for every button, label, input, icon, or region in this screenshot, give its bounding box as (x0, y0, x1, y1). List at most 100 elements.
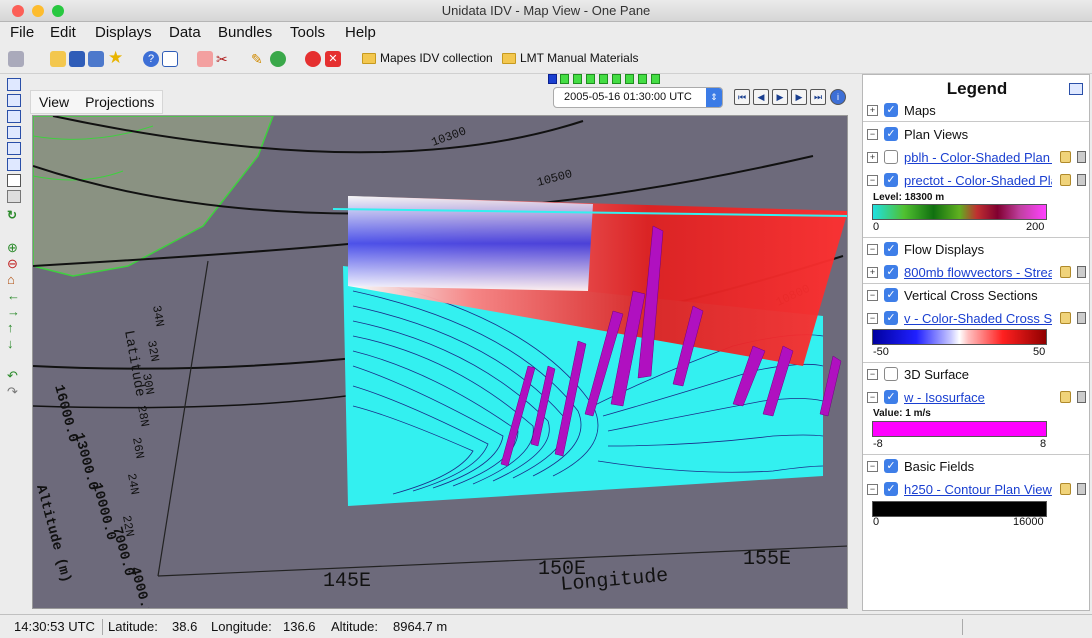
map-view-canvas[interactable]: 10300 10500 10800 (32, 115, 848, 609)
collapse-icon[interactable]: − (867, 312, 878, 324)
help-icon[interactable]: ? (143, 51, 159, 67)
lock-icon[interactable] (1060, 174, 1071, 186)
animation-step[interactable] (573, 74, 582, 84)
favorite-star-icon[interactable]: ★ (108, 49, 124, 67)
visibility-checkbox[interactable]: ✓ (884, 482, 898, 496)
view-top-icon[interactable] (7, 142, 21, 155)
menu-tools[interactable]: Tools (290, 24, 325, 41)
visibility-checkbox[interactable]: ✓ (884, 459, 898, 473)
display-link[interactable]: v - Color-Shaded Cross Section (904, 311, 1052, 326)
colorbar-prectot[interactable] (872, 204, 1047, 220)
zoom-in-icon[interactable]: ⊕ (7, 240, 21, 255)
animation-info-icon[interactable]: i (830, 89, 846, 105)
play-button[interactable]: ▶ (772, 89, 788, 105)
save-as-icon[interactable] (88, 51, 104, 67)
collapse-icon[interactable]: − (867, 483, 878, 495)
visibility-checkbox[interactable]: ✓ (884, 311, 898, 325)
collapse-icon[interactable]: − (867, 243, 878, 255)
minimize-window-button[interactable] (32, 5, 44, 17)
menu-file[interactable]: File (10, 24, 34, 41)
pan-up-icon[interactable]: ↑ (7, 320, 21, 335)
animation-step[interactable] (586, 74, 595, 84)
display-link[interactable]: 800mb flowvectors - Streamlines (904, 265, 1052, 280)
scissors-icon[interactable]: ✂ (216, 51, 232, 67)
menu-bundles[interactable]: Bundles (218, 24, 272, 41)
menu-data[interactable]: Data (169, 24, 201, 41)
lock-icon[interactable] (1060, 312, 1071, 324)
animation-step[interactable] (651, 74, 660, 84)
visibility-checkbox[interactable]: ✓ (884, 390, 898, 404)
view-south-icon[interactable] (7, 94, 21, 107)
first-frame-button[interactable]: ⏮ (734, 89, 750, 105)
visibility-checkbox[interactable]: ✓ (884, 265, 898, 279)
colorbar-w[interactable] (872, 421, 1047, 437)
mail-icon[interactable] (162, 51, 178, 67)
animation-step[interactable] (560, 74, 569, 84)
view-north-icon[interactable] (7, 78, 21, 91)
pan-down-icon[interactable]: ↓ (7, 336, 21, 351)
step-forward-button[interactable]: ▶ (791, 89, 807, 105)
visibility-checkbox[interactable]: ✓ (884, 288, 898, 302)
pencil-icon[interactable]: ✎ (251, 51, 267, 67)
menu-edit[interactable]: Edit (50, 24, 76, 41)
collapse-icon[interactable]: − (867, 289, 878, 301)
view-west-icon[interactable] (7, 126, 21, 139)
collapse-icon[interactable]: − (867, 174, 878, 186)
cancel-icon[interactable]: ✕ (325, 51, 341, 67)
last-frame-button[interactable]: ⏭ (810, 89, 826, 105)
animation-step[interactable] (612, 74, 621, 84)
pan-right-icon[interactable]: → (7, 304, 21, 319)
trash-icon[interactable] (1077, 483, 1086, 495)
visibility-checkbox[interactable]: ✓ (884, 103, 898, 117)
lock-icon[interactable] (1060, 151, 1071, 163)
redo-icon[interactable]: ↷ (7, 384, 21, 399)
collapse-icon[interactable]: − (867, 460, 878, 472)
bookmark-lmt[interactable]: LMT Manual Materials (502, 51, 639, 65)
home-icon[interactable]: ⌂ (7, 272, 21, 287)
animation-step[interactable] (638, 74, 647, 84)
trash-icon[interactable] (1077, 174, 1086, 186)
pan-left-icon[interactable]: ← (7, 288, 21, 303)
bookmark-mapes[interactable]: Mapes IDV collection (362, 51, 493, 65)
visibility-checkbox[interactable]: ✓ (884, 242, 898, 256)
float-legend-icon[interactable] (1069, 83, 1083, 95)
menu-displays[interactable]: Displays (95, 24, 152, 41)
visibility-checkbox[interactable] (884, 367, 898, 381)
trash-icon[interactable] (1077, 151, 1086, 163)
tab-projections[interactable]: Projections (77, 91, 162, 113)
animation-step[interactable] (599, 74, 608, 84)
display-link[interactable]: pblh - Color-Shaded Plan View (904, 150, 1052, 165)
collapse-icon[interactable]: − (867, 368, 878, 380)
expand-icon[interactable]: + (867, 266, 878, 278)
animation-step[interactable] (625, 74, 634, 84)
colorbar-h250[interactable] (872, 501, 1047, 517)
tab-view[interactable]: View (31, 91, 77, 113)
lock-icon[interactable] (1060, 266, 1071, 278)
display-link[interactable]: w - Isosurface (904, 390, 1052, 405)
display-link[interactable]: h250 - Contour Plan View (904, 482, 1052, 497)
trash-icon[interactable] (1077, 312, 1086, 324)
collapse-icon[interactable]: − (867, 391, 878, 403)
colorbar-v[interactable] (872, 329, 1047, 345)
open-folder-icon[interactable] (50, 51, 66, 67)
box-icon[interactable] (7, 174, 21, 187)
collapse-icon[interactable]: − (867, 128, 878, 140)
view-east-icon[interactable] (7, 110, 21, 123)
trash-icon[interactable] (1077, 391, 1086, 403)
undo-icon[interactable]: ↶ (7, 368, 21, 383)
visibility-checkbox[interactable] (884, 150, 898, 164)
globe-icon[interactable] (270, 51, 286, 67)
lock-icon[interactable] (1060, 391, 1071, 403)
lock-icon[interactable] (1060, 483, 1071, 495)
time-selector[interactable]: 2005-05-16 01:30:00 UTC ⇕ (553, 87, 723, 108)
visibility-checkbox[interactable]: ✓ (884, 127, 898, 141)
trash-icon[interactable] (1077, 266, 1086, 278)
close-window-button[interactable] (12, 5, 24, 17)
step-back-button[interactable]: ◀ (753, 89, 769, 105)
map-3d-scene[interactable]: 10300 10500 10800 (33, 116, 848, 609)
reset-icon[interactable]: ↻ (7, 208, 21, 222)
display-link[interactable]: prectot - Color-Shaded Plan View (904, 173, 1052, 188)
menu-help[interactable]: Help (345, 24, 376, 41)
dashboard-icon[interactable] (8, 51, 24, 67)
eraser-icon[interactable] (197, 51, 213, 67)
